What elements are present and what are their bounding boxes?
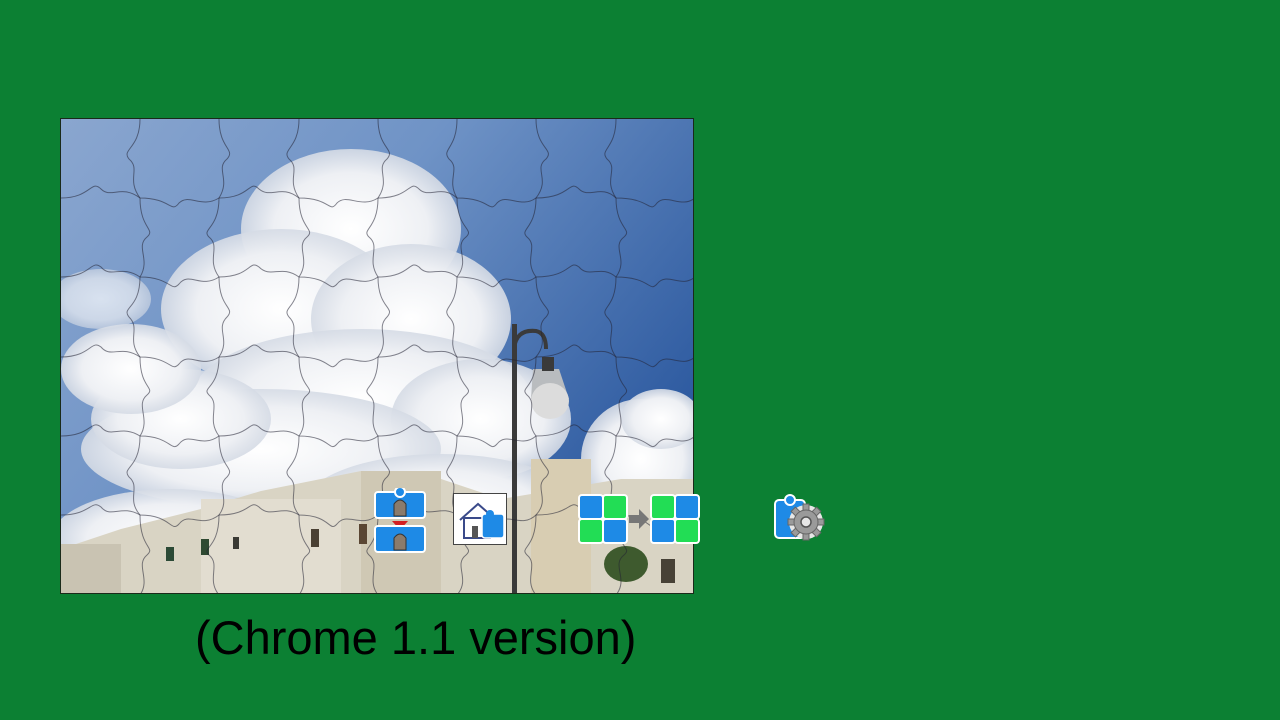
settings-button[interactable]	[772, 494, 830, 546]
show-preview-icon	[459, 502, 505, 539]
version-label: (Chrome 1.1 version)	[195, 611, 637, 664]
game-stage: (Chrome 1.1 version)	[0, 0, 1280, 720]
sort-pieces-icon	[374, 486, 426, 553]
sort-pieces-button[interactable]	[372, 486, 428, 554]
change-pieces-button[interactable]	[577, 491, 705, 547]
settings-gear-icon	[774, 494, 825, 541]
show-preview-button[interactable]	[453, 493, 507, 545]
change-pieces-icon	[578, 494, 700, 544]
